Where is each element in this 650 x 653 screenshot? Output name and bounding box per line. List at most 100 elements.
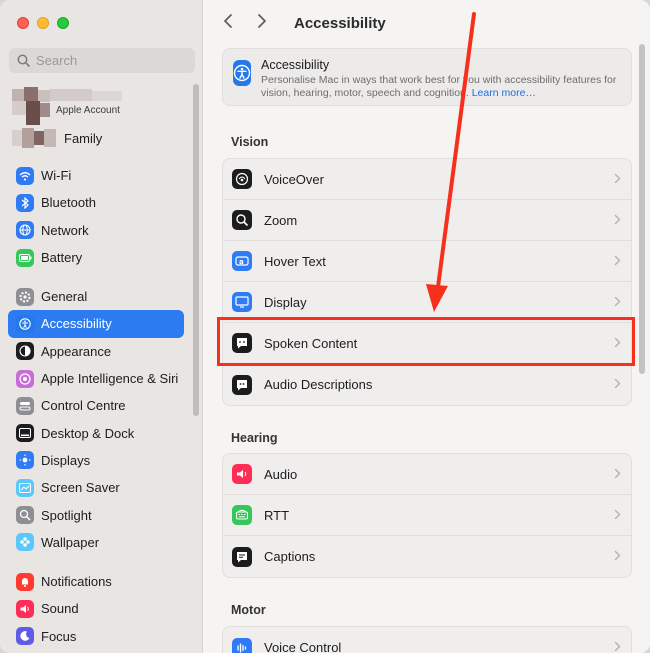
- settings-row-rtt[interactable]: RTT: [223, 495, 631, 536]
- sidebar-item-general[interactable]: General: [8, 283, 184, 310]
- sidebar-item-label: Wi-Fi: [41, 168, 72, 184]
- settings-row-label: Audio: [264, 466, 298, 482]
- avatar: [12, 87, 122, 125]
- settings-row-label: VoiceOver: [264, 171, 324, 187]
- accessibility-icon: [233, 60, 251, 86]
- section-title-motor: Motor: [231, 603, 266, 617]
- minimize-button[interactable]: [37, 17, 49, 29]
- control-centre-icon: [16, 396, 34, 415]
- back-button[interactable]: [222, 13, 240, 34]
- accessibility-banner: Accessibility Personalise Mac in ways th…: [222, 48, 632, 106]
- svg-text:a: a: [239, 258, 244, 266]
- banner-description: Personalise Mac in ways that work best f…: [261, 74, 617, 99]
- sidebar-item-spotlight[interactable]: Spotlight: [8, 501, 184, 528]
- audio-descriptions-icon: [232, 374, 252, 395]
- sidebar: Apple Account Family Wi-Fi Bluetooth Netwo…: [0, 0, 203, 653]
- motor-card: Voice Control: [222, 626, 632, 653]
- settings-row-voice-control[interactable]: Voice Control: [223, 627, 631, 653]
- chevron-right-icon: [614, 254, 621, 269]
- page-title: Accessibility: [294, 14, 386, 32]
- dock-icon: [16, 424, 34, 443]
- sidebar-item-network[interactable]: Network: [8, 217, 184, 244]
- learn-more-link[interactable]: Learn more…: [472, 87, 536, 99]
- wifi-icon: [16, 166, 34, 185]
- settings-row-hover-text[interactable]: a Hover Text: [223, 241, 631, 282]
- chevron-right-icon: [614, 549, 621, 564]
- settings-row-voiceover[interactable]: VoiceOver: [223, 159, 631, 200]
- main-scrollbar[interactable]: [639, 44, 645, 374]
- search-icon: [17, 54, 30, 67]
- sidebar-item-battery[interactable]: Battery: [8, 244, 184, 271]
- chevron-left-icon: [224, 13, 232, 28]
- sidebar-group-notifications: Notifications Sound Focus: [8, 568, 184, 650]
- section-title-vision: Vision: [231, 135, 269, 149]
- chevron-right-icon: [614, 295, 621, 310]
- settings-row-captions[interactable]: Captions: [223, 536, 631, 577]
- toolbar: Accessibility: [204, 0, 650, 46]
- spotlight-icon: [16, 506, 34, 525]
- captions-icon: [232, 546, 252, 567]
- settings-row-audio-descriptions[interactable]: Audio Descriptions: [223, 364, 631, 405]
- battery-icon: [16, 248, 34, 267]
- sidebar-item-wallpaper[interactable]: Wallpaper: [8, 529, 184, 556]
- forward-button[interactable]: [256, 13, 274, 34]
- sidebar-item-label: General: [41, 289, 88, 305]
- sidebar-item-label: Battery: [41, 250, 83, 266]
- settings-row-label: RTT: [264, 507, 290, 523]
- chevron-right-icon: [614, 172, 621, 187]
- vision-card: VoiceOver Zoom a Hover Text Display Spoken Co…: [222, 158, 632, 406]
- family-item[interactable]: Family: [12, 127, 192, 149]
- settings-row-label: Captions: [264, 549, 316, 564]
- zoom-icon: [232, 210, 252, 230]
- search-field[interactable]: [9, 48, 195, 73]
- search-input[interactable]: [36, 53, 186, 68]
- close-button[interactable]: [17, 17, 29, 29]
- zoom-button[interactable]: [57, 17, 69, 29]
- sidebar-item-screen-saver[interactable]: Screen Saver: [8, 474, 184, 501]
- window-controls: [17, 17, 69, 29]
- sidebar-item-appearance[interactable]: Appearance: [8, 338, 184, 365]
- voice-control-icon: [232, 637, 252, 653]
- focus-icon: [16, 627, 34, 646]
- sidebar-item-label: Sound: [41, 601, 79, 617]
- hover-text-icon: a: [232, 251, 252, 271]
- chevron-right-icon: [614, 467, 621, 482]
- sidebar-item-label: Displays: [41, 452, 91, 468]
- voiceover-icon: [232, 169, 252, 189]
- wallpaper-icon: [16, 533, 34, 552]
- settings-window: Apple Account Family Wi-Fi Bluetooth Netwo…: [0, 0, 650, 653]
- sidebar-item-displays[interactable]: Displays: [8, 447, 184, 474]
- settings-row-zoom[interactable]: Zoom: [223, 200, 631, 241]
- chevron-right-icon: [614, 377, 621, 392]
- sidebar-item-wi-fi[interactable]: Wi-Fi: [8, 162, 184, 189]
- sidebar-item-desktop-and-dock[interactable]: Desktop & Dock: [8, 419, 184, 446]
- sidebar-item-accessibility[interactable]: Accessibility: [8, 310, 184, 338]
- sidebar-item-notifications[interactable]: Notifications: [8, 568, 184, 595]
- chevron-right-icon: [614, 213, 621, 228]
- network-icon: [16, 221, 34, 240]
- sidebar-item-sound[interactable]: Sound: [8, 595, 184, 622]
- settings-row-label: Display: [264, 294, 307, 310]
- settings-row-label: Hover Text: [264, 253, 326, 269]
- siri-icon: [16, 369, 34, 388]
- sidebar-scrollbar[interactable]: [193, 84, 199, 416]
- sidebar-item-label: Network: [41, 222, 89, 238]
- sidebar-item-apple-intelligence-and-siri[interactable]: Apple Intelligence & Siri: [8, 365, 184, 392]
- settings-row-label: Voice Control: [264, 640, 342, 653]
- sidebar-item-label: Accessibility: [41, 316, 112, 332]
- settings-row-audio[interactable]: Audio: [223, 454, 631, 495]
- accessibility-icon: [16, 314, 34, 333]
- chevron-right-icon: [258, 13, 266, 28]
- rtt-icon: [232, 505, 252, 525]
- sidebar-group-connectivity: Wi-Fi Bluetooth Network Battery: [8, 162, 184, 271]
- sidebar-item-control-centre[interactable]: Control Centre: [8, 392, 184, 419]
- sidebar-item-label: Spotlight: [41, 507, 92, 523]
- sidebar-item-bluetooth[interactable]: Bluetooth: [8, 189, 184, 216]
- audio-icon: [232, 464, 252, 484]
- sidebar-item-label: Screen Saver: [41, 480, 120, 496]
- sidebar-item-focus[interactable]: Focus: [8, 623, 184, 650]
- family-label: Family: [64, 130, 103, 146]
- chevron-right-icon: [614, 508, 621, 523]
- apple-account-item[interactable]: Apple Account: [12, 86, 192, 126]
- sidebar-group-system: General Accessibility Appearance Apple Inte…: [8, 283, 184, 556]
